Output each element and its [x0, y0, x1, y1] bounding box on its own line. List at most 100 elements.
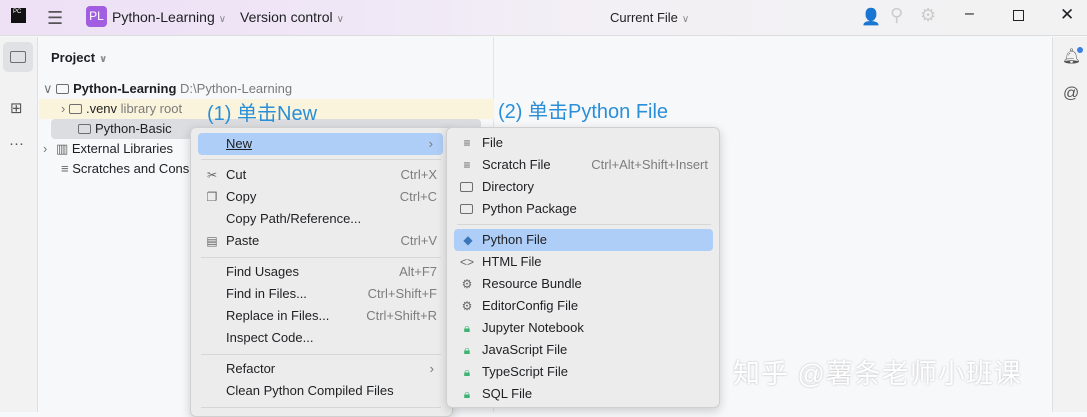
menu-item-refactor[interactable]: Refactor ›	[205, 358, 437, 380]
main-menu-icon[interactable]: ☰	[47, 8, 63, 29]
separator	[457, 224, 711, 225]
scratch-file-icon: ≡	[463, 158, 471, 172]
vcs-label: Version control	[240, 9, 333, 25]
shortcut: Ctrl+C	[399, 189, 437, 204]
folder-icon	[10, 51, 26, 63]
panel-title: Project	[51, 50, 96, 65]
project-name: Python-Learning	[112, 9, 215, 25]
python-icon: ◆	[463, 233, 473, 247]
separator	[201, 407, 441, 408]
gear-icon[interactable]: ⚙	[920, 5, 936, 26]
menu-label: TypeScript File	[482, 364, 568, 379]
annotation-step1: (1) 单击New	[207, 103, 318, 125]
menu-item-inspect-code[interactable]: Inspect Code...	[205, 327, 437, 349]
run-config-selector[interactable]: Current File ∨	[610, 10, 689, 25]
submenu-item-python-file[interactable]: ◆ Python File	[454, 229, 713, 251]
menu-label: Python Package	[482, 201, 577, 216]
menu-label: Replace in Files...	[226, 308, 330, 323]
submenu-item-scratch-file[interactable]: ≡ Scratch File Ctrl+Alt+Shift+Insert	[460, 154, 708, 176]
menu-label: Paste	[226, 233, 260, 248]
menu-label: Copy Path/Reference...	[226, 211, 362, 226]
lock-icon: 🔒︎	[463, 343, 471, 357]
separator	[201, 159, 441, 160]
more-icon[interactable]: ···	[9, 135, 24, 152]
gear-icon: ⚙	[461, 299, 473, 313]
expand-icon: ›	[43, 141, 48, 156]
lock-icon: 🔒︎	[463, 365, 471, 379]
submenu-item-python-package[interactable]: Python Package	[460, 198, 708, 220]
submenu-item-html-file[interactable]: <> HTML File	[460, 251, 708, 273]
menu-label: File	[482, 135, 503, 150]
menu-label: Find in Files...	[226, 286, 307, 301]
submenu-item-directory[interactable]: Directory	[460, 176, 708, 198]
copy-icon: ❐	[206, 190, 218, 204]
submenu-item-sql[interactable]: 🔒︎ SQL File	[460, 383, 708, 405]
chevron-right-icon: ›	[428, 136, 433, 151]
run-config-label: Current File	[610, 10, 678, 25]
library-icon: ▥	[55, 141, 69, 156]
watermark: 知乎 @薯条老师小班课	[733, 359, 1022, 389]
menu-item-new[interactable]: New ›	[198, 133, 443, 155]
menu-item-paste[interactable]: ▤ Paste Ctrl+V	[205, 230, 437, 252]
menu-item-clean-compiled[interactable]: Clean Python Compiled Files	[205, 380, 437, 402]
shortcut: Ctrl+V	[400, 233, 437, 248]
menu-label: HTML File	[482, 254, 542, 269]
shortcut: Ctrl+Shift+F	[367, 286, 437, 301]
menu-item-cut[interactable]: ✂ Cut Ctrl+X	[205, 164, 437, 186]
tree-item-root[interactable]: ∨ Python-Learning D:\Python-Learning	[39, 79, 494, 99]
project-panel-title[interactable]: Project ∨	[51, 50, 107, 65]
structure-icon[interactable]: ⊞	[10, 99, 23, 117]
menu-item-find-usages[interactable]: Find Usages Alt+F7	[205, 261, 437, 283]
folder-icon	[78, 124, 91, 134]
menu-item-copy[interactable]: ❐ Copy Ctrl+C	[205, 186, 437, 208]
menu-label: Copy	[226, 189, 257, 204]
ai-assistant-icon[interactable]: @	[1063, 85, 1079, 103]
menu-label: Scratch File	[482, 157, 551, 172]
separator	[201, 257, 441, 258]
notifications-bell-icon[interactable]: 🔔︎	[1062, 47, 1084, 65]
shortcut: Alt+F7	[399, 264, 437, 279]
pycharm-logo: PC	[11, 8, 26, 23]
scratch-icon: ≡	[61, 161, 69, 176]
chevron-down-icon: ∨	[681, 14, 690, 25]
menu-label: Python File	[482, 232, 548, 247]
expand-icon: ›	[61, 101, 66, 116]
maximize-button[interactable]	[1013, 10, 1024, 21]
submenu-item-resource-bundle[interactable]: ⚙ Resource Bundle	[460, 273, 708, 295]
chevron-down-icon: ∨	[218, 14, 227, 25]
close-button[interactable]: ✕	[1060, 5, 1074, 25]
tree-label: Python-Learning	[73, 81, 177, 96]
left-tool-strip: ⊞ ···	[0, 37, 38, 412]
new-submenu: ≡ File ≡ Scratch File Ctrl+Alt+Shift+Insert…	[446, 127, 720, 408]
menu-item-replace-in-files[interactable]: Replace in Files... Ctrl+Shift+R	[205, 305, 437, 327]
menu-item-find-in-files[interactable]: Find in Files... Ctrl+Shift+F	[205, 283, 437, 305]
menu-label: Jupyter Notebook	[482, 320, 584, 335]
menu-label: Directory	[482, 179, 535, 194]
menu-label: Clean Python Compiled Files	[226, 383, 394, 398]
project-tool-button[interactable]	[3, 42, 33, 72]
minimize-button[interactable]: –	[965, 5, 974, 23]
submenu-item-javascript[interactable]: 🔒︎ JavaScript File	[460, 339, 708, 361]
context-menu: New › ✂ Cut Ctrl+X ❐ Copy Ctrl+C Copy Path/Re…	[190, 127, 453, 417]
search-icon[interactable]: ⚲	[890, 5, 903, 26]
title-bar: PC ☰ PL Python-Learning ∨ Version control…	[0, 0, 1087, 36]
submenu-item-file[interactable]: ≡ File	[460, 132, 708, 154]
submenu-item-typescript[interactable]: 🔒︎ TypeScript File	[460, 361, 708, 383]
submenu-item-jupyter[interactable]: 🔒︎ Jupyter Notebook	[460, 317, 708, 339]
shortcut: Ctrl+X	[400, 167, 437, 182]
submenu-item-editorconfig[interactable]: ⚙ EditorConfig File	[460, 295, 708, 317]
tree-item-scratches[interactable]: ≡ Scratches and Consoles	[39, 159, 189, 179]
menu-item-copy-path[interactable]: Copy Path/Reference...	[205, 208, 437, 230]
lock-icon: 🔒︎	[463, 387, 471, 401]
tree-label: Python-Basic	[95, 121, 172, 136]
vcs-selector[interactable]: Version control ∨	[240, 9, 344, 25]
menu-label: Resource Bundle	[482, 276, 582, 291]
tree-label: .venv	[85, 101, 118, 116]
menu-label: Inspect Code...	[226, 330, 314, 345]
project-selector[interactable]: Python-Learning ∨	[112, 9, 226, 25]
add-user-icon[interactable]: 👤	[861, 7, 881, 27]
paste-icon: ▤	[206, 234, 218, 248]
gear-icon: ⚙	[461, 277, 473, 291]
file-icon: ≡	[463, 136, 471, 150]
menu-label: JavaScript File	[482, 342, 568, 357]
